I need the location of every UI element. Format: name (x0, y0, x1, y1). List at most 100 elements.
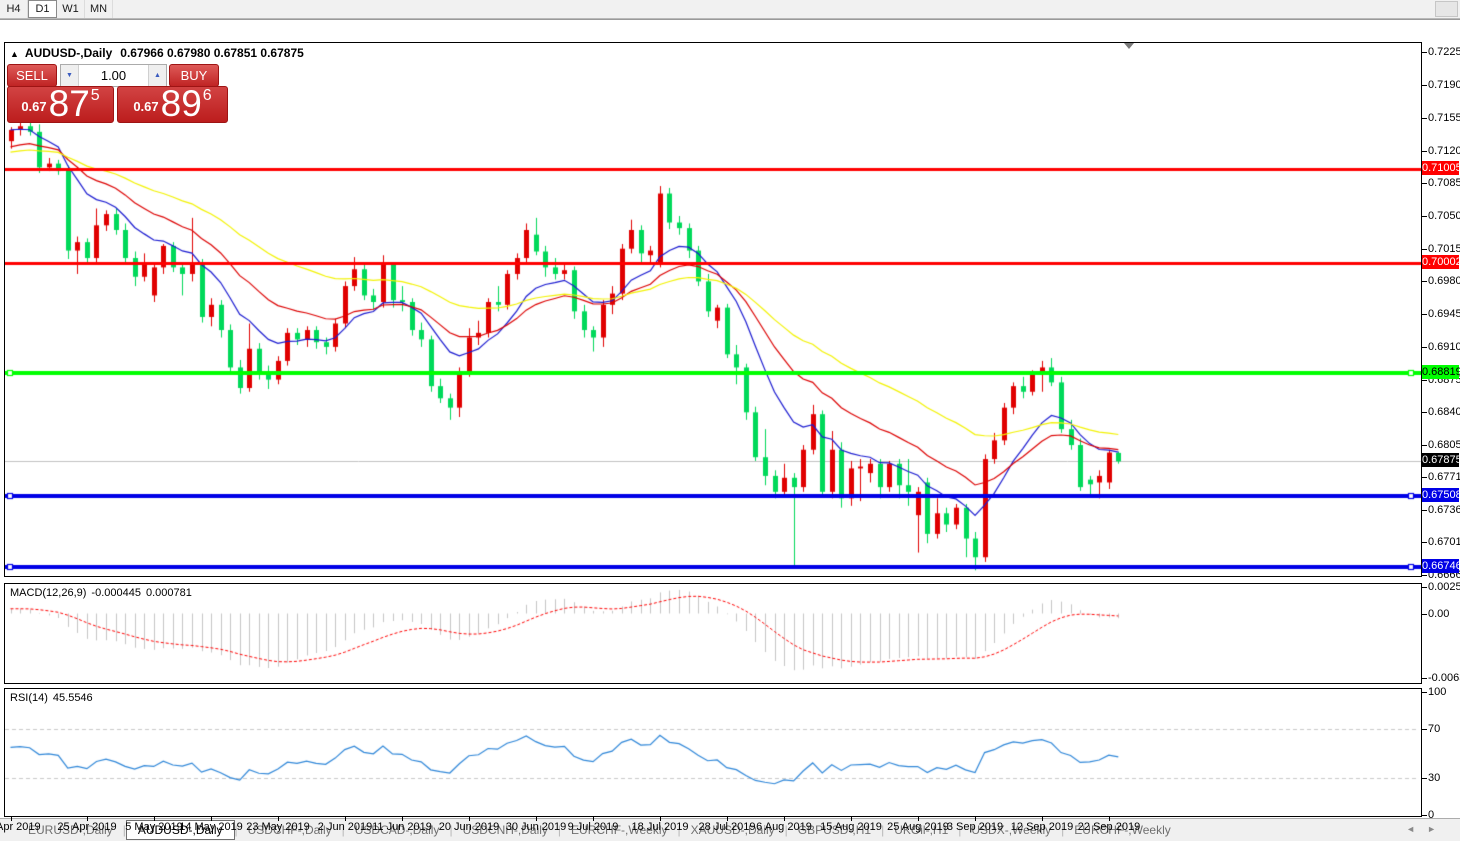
date-tick-label: 11 Jun 2019 (372, 821, 432, 833)
macd-tick-mark (1422, 614, 1427, 615)
price-tick-mark (1422, 314, 1427, 315)
rsi-tick-mark (1422, 778, 1427, 779)
chart-ohlc-values: 0.67966 0.67980 0.67851 0.67875 (120, 46, 304, 60)
date-tick-label: 25 Apr 2019 (57, 821, 116, 833)
date-tick-label: 25 Aug 2019 (887, 821, 949, 833)
price-tick-mark (1422, 445, 1427, 446)
sell-price-prefix: 0.67 (21, 99, 46, 120)
macd-tick-mark (1422, 678, 1427, 679)
rsi-indicator-label: RSI(14) 45.5546 (10, 692, 98, 704)
rsi-tick-label: 100 (1428, 686, 1446, 698)
rsi-title: RSI(14) (10, 692, 48, 704)
price-tick-label: 0.67010 (1428, 536, 1460, 548)
buy-price-button[interactable]: 0.67 89 6 (117, 86, 228, 123)
macd-signal-value: 0.000781 (146, 587, 192, 599)
price-tick-label: 0.67710 (1428, 471, 1460, 483)
macd-indicator-label: MACD(12,26,9) -0.000445 0.000781 (10, 587, 197, 599)
price-tick-mark (1422, 380, 1427, 381)
price-tick-label: 0.68400 (1428, 406, 1460, 418)
price-tick-mark (1422, 216, 1427, 217)
price-level-label: 0.67875 (1422, 453, 1459, 467)
date-tick-label: 12 Sep 2019 (1011, 821, 1073, 833)
macd-value: -0.000445 (91, 587, 141, 599)
rsi-panel-canvas[interactable] (4, 688, 1422, 817)
date-tick-label: 15 Aug 2019 (820, 821, 882, 833)
sell-price-big-digits: 87 (49, 87, 90, 120)
sell-price-pipette: 5 (91, 87, 100, 105)
price-tick-mark (1422, 249, 1427, 250)
rsi-tick-mark (1422, 815, 1427, 816)
price-tick-label: 0.69800 (1428, 275, 1460, 287)
price-tick-mark (1422, 542, 1427, 543)
timeframe-mn-button[interactable]: MN (85, 0, 113, 18)
price-tick-mark (1422, 85, 1427, 86)
price-tick-label: 0.70850 (1428, 177, 1460, 189)
price-tick-mark (1422, 151, 1427, 152)
price-tick-label: 0.70150 (1428, 243, 1460, 255)
rsi-tick-mark (1422, 729, 1427, 730)
macd-panel-canvas[interactable] (4, 583, 1422, 684)
buy-price-pipette: 6 (203, 87, 212, 105)
price-level-label: 0.70002 (1422, 255, 1459, 269)
date-tick-label: 18 Jul 2019 (632, 821, 689, 833)
price-level-label: 0.67508 (1422, 488, 1459, 502)
price-tick-mark (1422, 52, 1427, 53)
price-level-label: 0.66746 (1422, 559, 1459, 573)
price-tick-label: 0.71550 (1428, 112, 1460, 124)
price-tick-mark (1422, 183, 1427, 184)
rsi-tick-label: 0 (1428, 809, 1434, 821)
date-tick-label: 15 Apr 2019 (0, 821, 41, 833)
date-tick-label: 6 Aug 2019 (756, 821, 812, 833)
toolbar-overflow-button[interactable] (1435, 1, 1458, 17)
timeframe-h4-button[interactable]: H4 (0, 0, 28, 18)
macd-tick-label: 0.00 (1428, 608, 1449, 620)
price-tick-label: 0.71200 (1428, 145, 1460, 157)
date-tick-label: 3 Sep 2019 (947, 821, 1003, 833)
macd-title: MACD(12,26,9) (10, 587, 86, 599)
price-tick-label: 0.69450 (1428, 308, 1460, 320)
macd-tick-mark (1422, 587, 1427, 588)
timeframe-toolbar: H4 D1 W1 MN (0, 0, 1460, 19)
rsi-tick-label: 70 (1428, 723, 1440, 735)
macd-tick-label: -0.006326 (1428, 672, 1460, 684)
timeframe-w1-button[interactable]: W1 (57, 0, 85, 18)
date-tick-label: 20 Jun 2019 (439, 821, 500, 833)
rsi-value: 45.5546 (53, 692, 93, 704)
price-level-label: 0.68819 (1422, 365, 1459, 379)
sell-price-button[interactable]: 0.67 87 5 (7, 86, 114, 123)
timeframe-d1-button[interactable]: D1 (28, 0, 57, 18)
price-tick-mark (1422, 510, 1427, 511)
price-tick-mark (1422, 575, 1427, 576)
mt4-window: H4 D1 W1 MN ▲ AUDUSD-,Daily 0.67966 0.6798… (0, 0, 1460, 841)
date-tick-label: 22 Sep 2019 (1078, 821, 1140, 833)
tab-scroll-arrows[interactable]: ◄► (1406, 824, 1448, 834)
price-tick-mark (1422, 412, 1427, 413)
buy-price-big-digits: 89 (161, 87, 202, 120)
price-tick-label: 0.70500 (1428, 210, 1460, 222)
date-tick-label: 5 May 2019 (125, 821, 182, 833)
buy-price-prefix: 0.67 (133, 99, 158, 120)
price-level-label: 0.71005 (1422, 161, 1459, 175)
price-tick-label: 0.69100 (1428, 341, 1460, 353)
rsi-tick-mark (1422, 692, 1427, 693)
tab-scroll-left-icon[interactable]: ◄ (1406, 824, 1427, 834)
collapse-panel-icon[interactable]: ▲ (10, 49, 19, 59)
tab-scroll-right-icon[interactable]: ► (1427, 824, 1448, 834)
chart-window: ▲ AUDUSD-,Daily 0.67966 0.67980 0.67851 0.… (0, 19, 1460, 818)
price-tick-mark (1422, 477, 1427, 478)
price-tick-label: 0.72250 (1428, 46, 1460, 58)
date-tick-label: 14 May 2019 (179, 821, 243, 833)
date-tick-label: 30 Jun 2019 (506, 821, 567, 833)
chart-title: ▲ AUDUSD-,Daily 0.67966 0.67980 0.67851 0.… (10, 46, 304, 60)
date-tick-label: 9 Jul 2019 (568, 821, 619, 833)
macd-tick-label: 0.002574 (1428, 581, 1460, 593)
rsi-tick-label: 30 (1428, 772, 1440, 784)
price-tick-mark (1422, 281, 1427, 282)
one-click-trading-panel: SELL ▼ 1.00 ▲ BUY 0.67 87 5 0.67 89 6 (7, 64, 228, 123)
date-tick-label: 23 May 2019 (246, 821, 310, 833)
chart-shift-marker-icon (1124, 43, 1134, 49)
chart-symbol-label: AUDUSD-,Daily (25, 46, 112, 60)
price-tick-label: 0.68050 (1428, 439, 1460, 451)
price-tick-label: 0.67360 (1428, 504, 1460, 516)
date-tick-label: 2 Jun 2019 (318, 821, 372, 833)
